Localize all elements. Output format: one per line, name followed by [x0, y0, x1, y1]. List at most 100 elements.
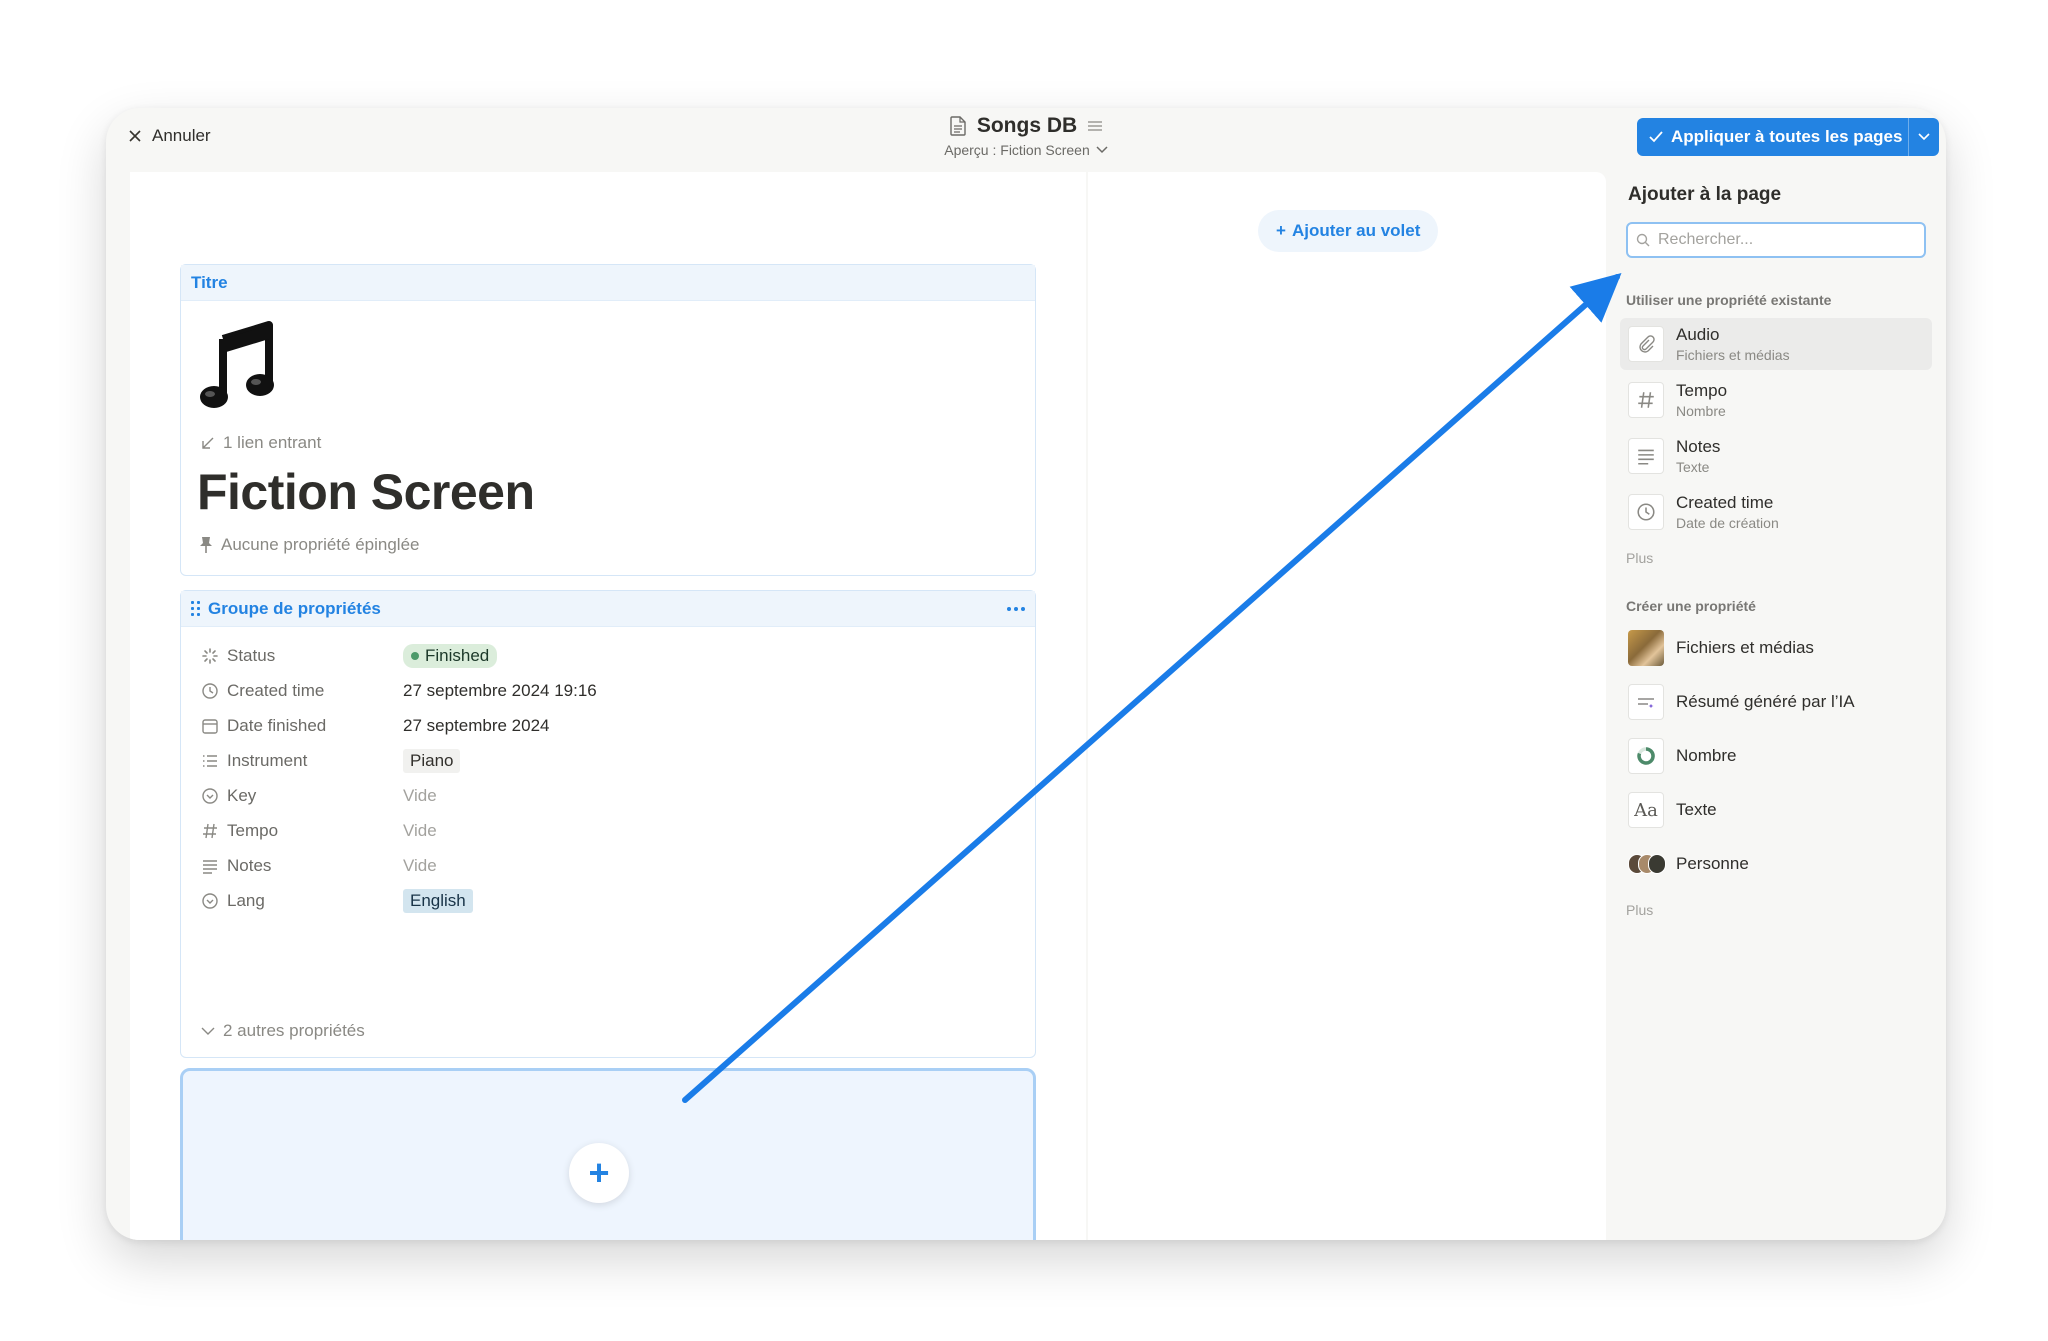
property-group-label: Groupe de propriétés	[208, 598, 381, 618]
property-row-status[interactable]: Status Finished	[201, 641, 1001, 671]
number-ring-icon	[1628, 738, 1664, 774]
existing-property-tempo[interactable]: Tempo Nombre	[1620, 374, 1932, 426]
create-label: Personne	[1676, 854, 1749, 873]
text-icon	[1628, 438, 1664, 474]
list-icon	[203, 755, 217, 767]
document-icon	[950, 116, 966, 136]
property-name: Tempo	[201, 821, 403, 841]
existing-section-label: Utiliser une propriété existante	[1626, 292, 1832, 308]
add-section-dropzone[interactable]: +	[180, 1068, 1036, 1240]
side-panel-preview: + Ajouter au volet	[1088, 172, 1606, 1240]
property-group-card[interactable]: Groupe de propriétés Status Finished Cre…	[180, 590, 1036, 1058]
chevron-down-icon	[201, 1027, 215, 1035]
property-name: Status	[201, 646, 403, 666]
property-type: Fichiers et médias	[1676, 347, 1790, 363]
plus-icon: +	[1276, 221, 1286, 240]
create-property-ai-summary[interactable]: Résumé généré par l’IA	[1620, 680, 1932, 724]
calendar-icon	[202, 719, 218, 734]
ai-summary-icon	[1628, 684, 1664, 720]
sidebar-title: Ajouter à la page	[1628, 184, 1782, 205]
select-icon	[202, 893, 218, 909]
title-section-header: Titre	[181, 265, 1035, 301]
apply-main[interactable]: Appliquer à toutes les pages	[1637, 118, 1908, 156]
property-row-instrument[interactable]: Instrument Piano	[201, 746, 1001, 776]
title-block: Songs DB Aperçu : Fiction Screen	[726, 110, 1326, 158]
create-property-files[interactable]: Fichiers et médias	[1620, 626, 1932, 670]
property-value-empty[interactable]: Vide	[403, 856, 437, 876]
create-section-label: Créer une propriété	[1626, 598, 1756, 614]
create-property-text[interactable]: Aa Texte	[1620, 788, 1932, 832]
create-label: Résumé généré par l’IA	[1676, 692, 1855, 711]
arrow-incoming-icon	[202, 437, 214, 449]
search-icon	[1636, 233, 1650, 247]
existing-property-audio[interactable]: Audio Fichiers et médias	[1620, 318, 1932, 370]
property-row-date-finished[interactable]: Date finished 27 septembre 2024	[201, 711, 1001, 741]
cancel-button[interactable]: Annuler	[128, 126, 211, 146]
property-row-notes[interactable]: Notes Vide	[201, 851, 1001, 881]
preview-label: Aperçu : Fiction Screen	[944, 142, 1090, 158]
paperclip-icon	[1628, 326, 1664, 362]
search-input[interactable]	[1658, 231, 1908, 249]
existing-more-link[interactable]: Plus	[1626, 550, 1653, 566]
property-name: Audio	[1676, 325, 1720, 344]
property-value-empty[interactable]: Vide	[403, 786, 437, 806]
check-icon	[1649, 131, 1663, 143]
settings-sliders-icon[interactable]	[1087, 119, 1103, 133]
page-title[interactable]: Fiction Screen	[197, 463, 535, 521]
preview-selector[interactable]: Aperçu : Fiction Screen	[726, 142, 1326, 158]
db-title: Songs DB	[976, 114, 1078, 137]
chevron-down-icon	[1096, 146, 1108, 154]
property-name: Created time	[201, 681, 403, 701]
clock-icon	[202, 683, 218, 699]
existing-property-notes[interactable]: Notes Texte	[1620, 430, 1932, 482]
layout-editor-window: Annuler Songs DB Aperçu : Fiction Screen…	[106, 108, 1946, 1240]
property-label: Created time	[227, 681, 325, 700]
apply-label: Appliquer à toutes les pages	[1671, 127, 1903, 146]
instrument-tag[interactable]: Piano	[403, 749, 461, 773]
backlinks-link[interactable]: 1 lien entrant	[201, 433, 321, 453]
add-section-button[interactable]: +	[569, 1143, 629, 1203]
status-badge[interactable]: Finished	[403, 644, 498, 668]
apply-to-all-button[interactable]: Appliquer à toutes les pages	[1637, 118, 1939, 156]
more-properties-toggle[interactable]: 2 autres propriétés	[201, 1021, 365, 1041]
property-name: Notes	[1676, 437, 1721, 456]
property-name: Instrument	[201, 751, 403, 771]
hash-icon	[1628, 382, 1664, 418]
chevron-down-icon	[1918, 133, 1930, 141]
pinned-label: Aucune propriété épinglée	[221, 535, 420, 554]
apply-dropdown-toggle[interactable]	[1909, 118, 1939, 156]
more-properties-label: 2 autres propriétés	[223, 1021, 365, 1040]
property-name: Key	[201, 786, 403, 806]
add-to-panel-button[interactable]: + Ajouter au volet	[1258, 210, 1439, 252]
property-label: Status	[227, 646, 276, 665]
backlinks-label: 1 lien entrant	[223, 433, 322, 452]
title-section[interactable]: Titre 1 lien entrant Fiction Screen Aucu…	[180, 264, 1036, 576]
search-box[interactable]	[1626, 222, 1926, 258]
property-group-header: Groupe de propriétés	[181, 591, 1035, 627]
status-value: Finished	[425, 646, 490, 665]
create-label: Fichiers et médias	[1676, 638, 1814, 657]
property-label: Date finished	[227, 716, 327, 735]
property-row-tempo[interactable]: Tempo Vide	[201, 816, 1001, 846]
property-label: Key	[227, 786, 257, 805]
pinned-properties: Aucune propriété épinglée	[199, 535, 419, 555]
create-label: Nombre	[1676, 746, 1737, 765]
pin-icon	[200, 537, 212, 553]
property-label: Lang	[227, 891, 265, 910]
property-row-key[interactable]: Key Vide	[201, 781, 1001, 811]
create-property-person[interactable]: Personne	[1620, 842, 1932, 886]
more-options-icon[interactable]	[1007, 606, 1025, 611]
create-more-link[interactable]: Plus	[1626, 902, 1653, 918]
property-value[interactable]: 27 septembre 2024	[403, 716, 550, 736]
title-section-label: Titre	[191, 272, 228, 292]
create-property-number[interactable]: Nombre	[1620, 734, 1932, 778]
db-title-row[interactable]: Songs DB	[726, 114, 1326, 138]
property-value-empty[interactable]: Vide	[403, 821, 437, 841]
select-icon	[202, 788, 218, 804]
lang-tag[interactable]: English	[403, 889, 473, 913]
property-row-created-time[interactable]: Created time 27 septembre 2024 19:16	[201, 676, 1001, 706]
drag-handle-icon[interactable]	[191, 601, 200, 616]
property-row-lang[interactable]: Lang English	[201, 886, 1001, 916]
property-name: Lang	[201, 891, 403, 911]
existing-property-created-time[interactable]: Created time Date de création	[1620, 486, 1932, 538]
